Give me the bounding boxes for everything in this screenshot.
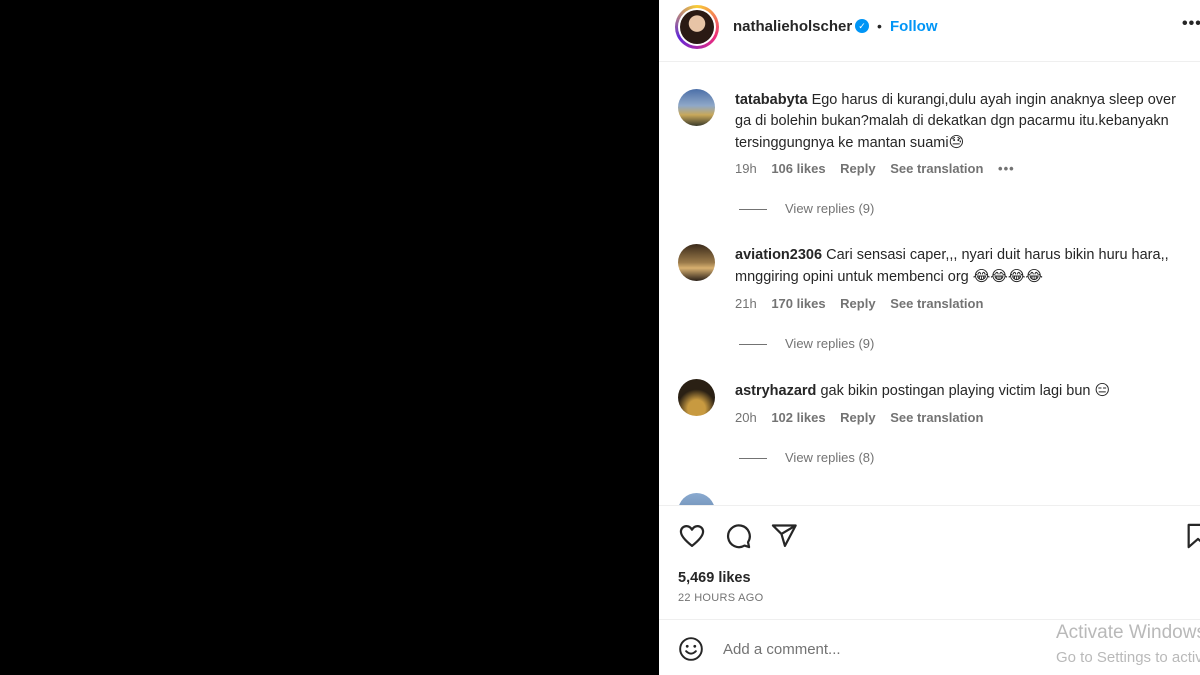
comment-avatar[interactable] <box>678 493 715 505</box>
comment-meta: 21h 170 likes Reply See translation <box>735 296 994 311</box>
comment-icon[interactable] <box>724 522 752 550</box>
author-avatar[interactable] <box>675 5 719 49</box>
bookmark-icon[interactable] <box>1184 522 1200 550</box>
comment-text: astryhazard gak bikin postingan playing … <box>735 380 1183 402</box>
windows-activation-title: Activate Windows <box>1056 622 1200 643</box>
author-username[interactable]: nathalieholscher <box>733 18 852 35</box>
verified-badge-icon: ✓ <box>855 19 869 33</box>
view-replies-label: View replies (9) <box>785 336 875 351</box>
emoji-icon[interactable] <box>678 636 704 662</box>
add-comment-input[interactable]: Add a comment... <box>723 641 841 658</box>
comment-options-icon[interactable]: ••• <box>998 161 1015 176</box>
comment-username[interactable]: tatababyta <box>735 92 808 108</box>
see-translation-button[interactable]: See translation <box>890 161 983 176</box>
view-replies-label: View replies (9) <box>785 201 875 216</box>
comment-meta: 19h 106 likes Reply See translation ••• <box>735 161 1026 176</box>
replies-divider <box>739 458 767 460</box>
heart-icon[interactable] <box>678 522 706 550</box>
comment-meta: 20h 102 likes Reply See translation <box>735 410 994 425</box>
follow-button[interactable]: Follow <box>890 18 938 35</box>
post-timestamp: 22 HOURS AGO <box>678 592 764 604</box>
reply-button[interactable]: Reply <box>840 410 875 425</box>
comment-emoji: 😑 <box>1094 381 1111 399</box>
comment-likes[interactable]: 106 likes <box>771 161 825 176</box>
comment-text: aviation2306 Cari sensasi caper,,, nyari… <box>735 245 1183 288</box>
comment-composer: Add a comment... Activate Windows Go to … <box>659 619 1200 675</box>
post-panel: nathalieholscher ✓ • Follow ••• tatababy… <box>659 0 1200 675</box>
reply-button[interactable]: Reply <box>840 161 875 176</box>
comment-time: 20h <box>735 410 757 425</box>
header-separator: • <box>877 18 882 34</box>
likes-count[interactable]: 5,469 likes <box>678 570 751 586</box>
comment-likes[interactable]: 102 likes <box>771 410 825 425</box>
view-replies-label: View replies (8) <box>785 450 875 465</box>
comment-avatar[interactable] <box>678 379 715 416</box>
view-replies-button[interactable]: View replies (9) <box>739 201 874 216</box>
comment-likes[interactable]: 170 likes <box>771 296 825 311</box>
comment-username[interactable]: astryhazard <box>735 383 816 399</box>
replies-divider <box>739 344 767 346</box>
comment-avatar[interactable] <box>678 244 715 281</box>
post-actions: 5,469 likes 22 HOURS AGO <box>659 505 1200 619</box>
view-replies-button[interactable]: View replies (8) <box>739 450 874 465</box>
comment-username[interactable]: aviation2306 <box>735 247 822 263</box>
post-header: nathalieholscher ✓ • Follow ••• <box>659 0 1200 62</box>
more-horizontal-icon[interactable]: ••• <box>1182 15 1200 33</box>
comment-time: 19h <box>735 161 757 176</box>
comment-avatar[interactable] <box>678 89 715 126</box>
comment-time: 21h <box>735 296 757 311</box>
comment-emoji: 😂😂😂😂 <box>972 267 1043 285</box>
reply-button[interactable]: Reply <box>840 296 875 311</box>
view-replies-button[interactable]: View replies (9) <box>739 336 874 351</box>
replies-divider <box>739 209 767 211</box>
comment-emoji: 😓 <box>948 133 965 151</box>
post-media <box>0 0 659 675</box>
share-icon[interactable] <box>770 522 798 550</box>
author-avatar-image <box>680 10 714 44</box>
comments-list[interactable]: tatababyta Ego harus di kurangi,dulu aya… <box>659 62 1200 505</box>
windows-activation-subtitle: Go to Settings to activate Windows. <box>1056 649 1200 666</box>
comment-text: tatababyta Ego harus di kurangi,dulu aya… <box>735 90 1183 154</box>
see-translation-button[interactable]: See translation <box>890 410 983 425</box>
see-translation-button[interactable]: See translation <box>890 296 983 311</box>
comment-body: gak bikin postingan playing victim lagi … <box>820 383 1091 399</box>
